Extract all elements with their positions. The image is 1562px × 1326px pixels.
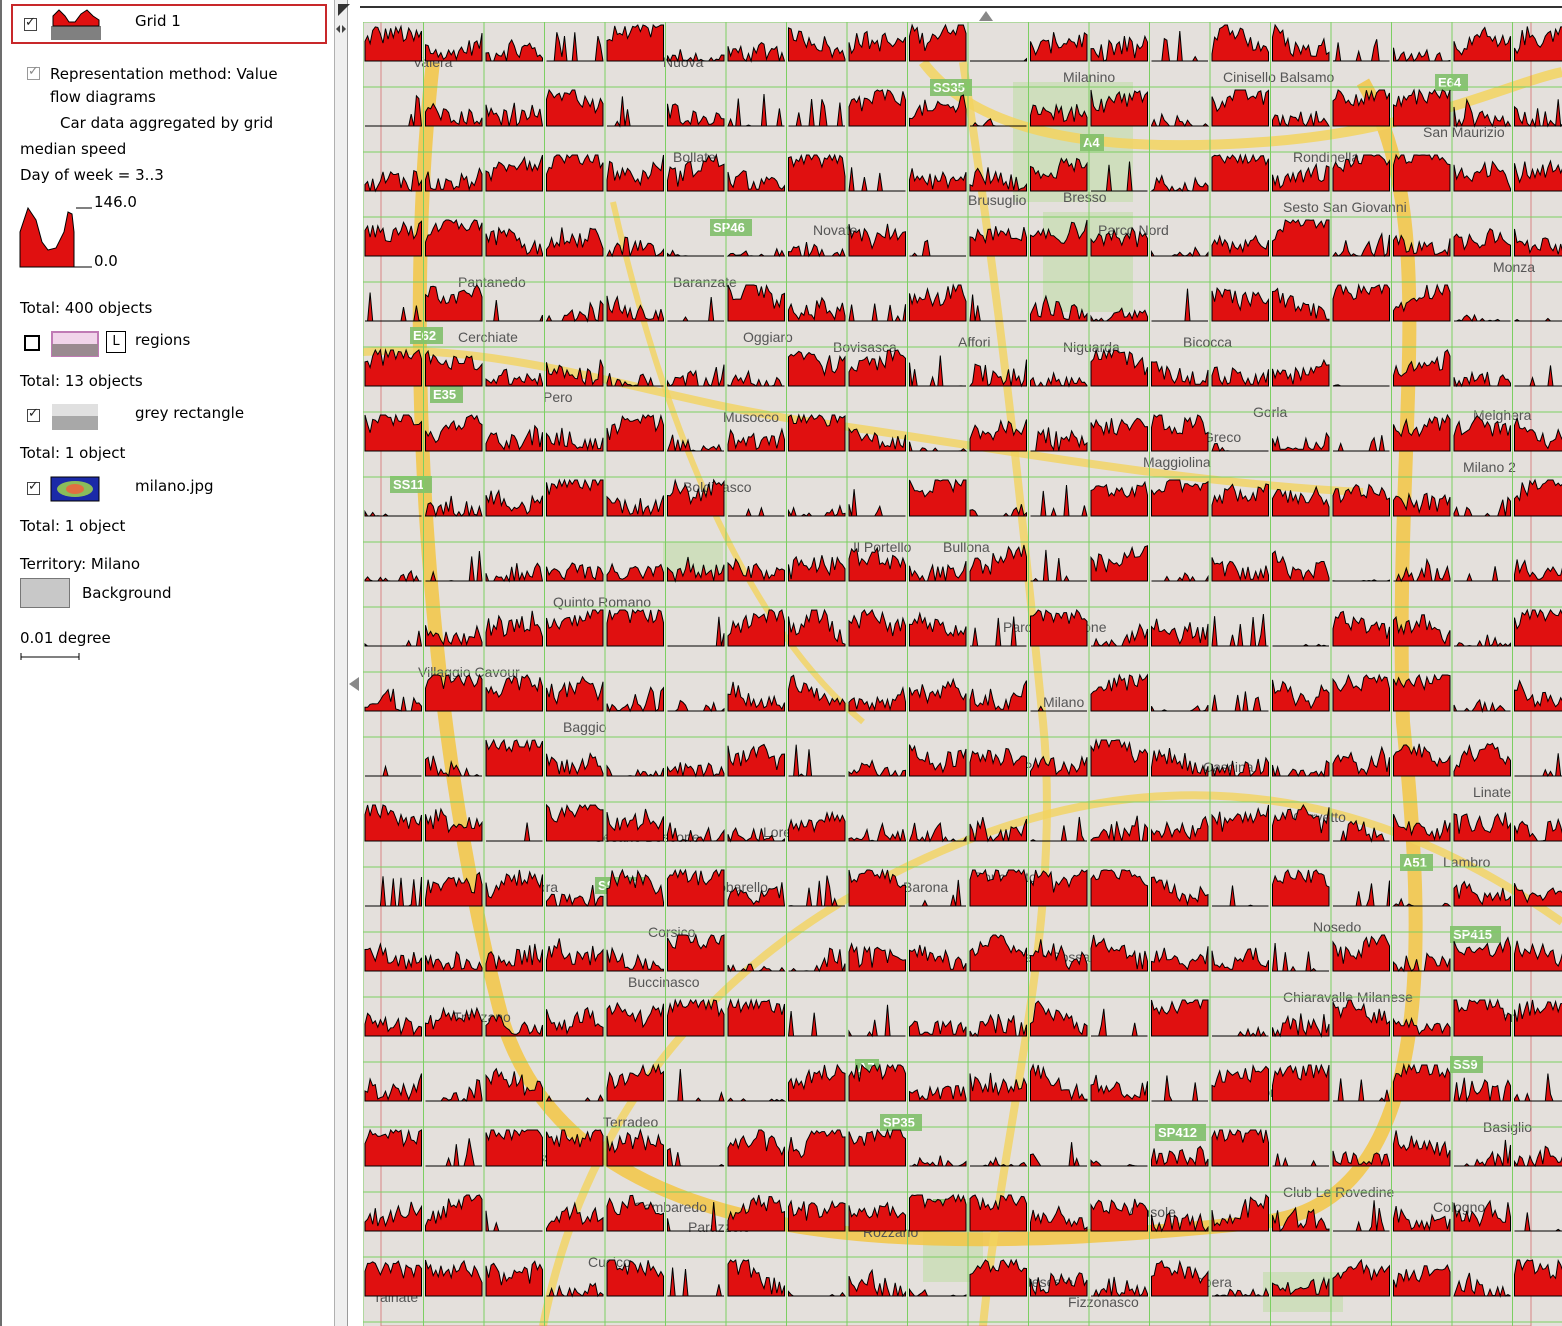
place-label: Quinto Romano	[553, 594, 651, 610]
regions-checkbox[interactable]	[24, 335, 40, 351]
flow-diagram	[1211, 1128, 1269, 1167]
map-canvas[interactable]: Nuova Milanino Cinisello Balsamo Bollate Ron…	[363, 22, 1562, 1326]
grid-layer-label: Grid 1	[135, 12, 181, 30]
place-label: Cerchiate	[458, 329, 518, 345]
attribute-label: median speed	[20, 140, 127, 158]
flow-diagram	[1514, 608, 1562, 647]
flow-diagram-icon	[51, 9, 101, 40]
image-layer-label: milano.jpg	[135, 477, 214, 495]
place-label: Affori	[958, 334, 990, 350]
flow-diagram	[606, 24, 664, 62]
flow-diagram	[848, 1063, 906, 1102]
map-svg: NuovaMilanino Cinisello BalsamoBollate Ron…	[363, 22, 1562, 1326]
place-label: Barona	[903, 879, 948, 895]
grid-layer-checkbox[interactable]	[24, 15, 37, 31]
place-label: Bicocca	[1183, 334, 1232, 350]
road-label: A4	[1083, 135, 1100, 150]
flow-diagram	[485, 738, 543, 777]
scale-bar	[20, 653, 80, 660]
pan-left-icon[interactable]	[348, 676, 360, 692]
flow-diagram	[1211, 153, 1269, 192]
regions-total-label: Total: 13 objects	[20, 372, 143, 390]
filter-label: Day of week = 3..3	[20, 166, 164, 184]
road-label: A51	[1403, 855, 1427, 870]
flow-diagram	[1393, 153, 1451, 192]
place-label: Pero	[543, 389, 573, 405]
place-label: Il Portello	[853, 539, 912, 555]
place-label: Buccinasco	[628, 974, 700, 990]
pan-corner-icon[interactable]	[336, 2, 356, 18]
flow-diagram	[1030, 609, 1088, 647]
flow-diagram	[667, 998, 725, 1037]
regions-icon	[51, 331, 99, 357]
pan-up-icon[interactable]	[978, 10, 994, 22]
road-label: E62	[413, 328, 436, 343]
place-label: Lambro	[1443, 854, 1491, 870]
place-label: Milano	[1043, 694, 1084, 710]
flow-diagram	[667, 868, 725, 907]
road-label: SS9	[1453, 1057, 1478, 1072]
image-total-label: Total: 1 object	[20, 517, 126, 535]
road-label: E35	[433, 387, 456, 402]
flow-diagram	[969, 868, 1027, 907]
representation-method-label: Representation method: Value	[50, 65, 278, 83]
grid-total-label: Total: 400 objects	[20, 299, 153, 317]
place-label: Nosedo	[1313, 919, 1361, 935]
representation-method-value: flow diagrams	[50, 88, 156, 106]
map-image-icon	[50, 476, 100, 502]
flow-diagram	[485, 1129, 543, 1167]
place-label: Linate	[1473, 784, 1511, 800]
place-label: Brusuglio	[968, 192, 1027, 208]
image-layer-checkbox[interactable]	[27, 479, 40, 495]
label-toggle-button[interactable]: L	[106, 331, 126, 353]
grey-rectangle-label: grey rectangle	[135, 404, 245, 422]
background-swatch	[20, 578, 70, 608]
road-label: SP35	[883, 1115, 915, 1130]
flow-diagram	[546, 153, 604, 192]
flow-diagram	[788, 153, 846, 192]
panel-splitter[interactable]	[334, 0, 348, 1326]
scale-max-label: 146.0	[94, 193, 137, 211]
representation-checkbox[interactable]	[27, 64, 40, 80]
place-label: Milano 2	[1463, 459, 1516, 475]
place-label: Monza	[1493, 259, 1535, 275]
grey-total-label: Total: 1 object	[20, 444, 126, 462]
flow-diagram	[727, 998, 785, 1037]
place-label: Bullona	[943, 539, 990, 555]
scale-bar-label: 0.01 degree	[20, 629, 111, 647]
road-label: SP46	[713, 220, 745, 235]
grey-rectangle-icon	[52, 404, 98, 430]
place-label: Musocco	[723, 409, 779, 425]
aggregation-label: Car data aggregated by grid	[60, 114, 274, 132]
flow-diagram	[364, 348, 422, 387]
legend-panel: Grid 1 Representation method: Value flow…	[0, 0, 334, 1326]
territory-label: Territory: Milano	[20, 555, 141, 573]
flow-diagram	[788, 413, 846, 452]
flow-diagram	[909, 1193, 967, 1232]
splitter-arrows-icon	[336, 25, 346, 33]
flow-diagram	[546, 478, 604, 517]
background-label: Background	[82, 584, 172, 602]
road-label: SS11	[393, 477, 424, 492]
place-label: Baggio	[563, 719, 607, 735]
place-label: Nuova	[663, 54, 704, 70]
place-label: Maggiolina	[1143, 454, 1211, 470]
road-label: SP415	[1453, 927, 1492, 942]
road-label: E64	[1438, 75, 1462, 90]
regions-layer-label: regions	[135, 331, 191, 349]
place-label: Greco	[1203, 429, 1241, 445]
place-label: Terradeo	[603, 1114, 658, 1130]
grid-layer-row[interactable]: Grid 1	[11, 4, 327, 44]
place-label: Oggiaro	[743, 329, 793, 345]
scale-min-label: 0.0	[94, 252, 118, 270]
place-label: Cinisello Balsamo	[1223, 69, 1334, 85]
place-label: Sesto San Giovanni	[1283, 199, 1407, 215]
grey-rectangle-checkbox[interactable]	[27, 406, 40, 422]
